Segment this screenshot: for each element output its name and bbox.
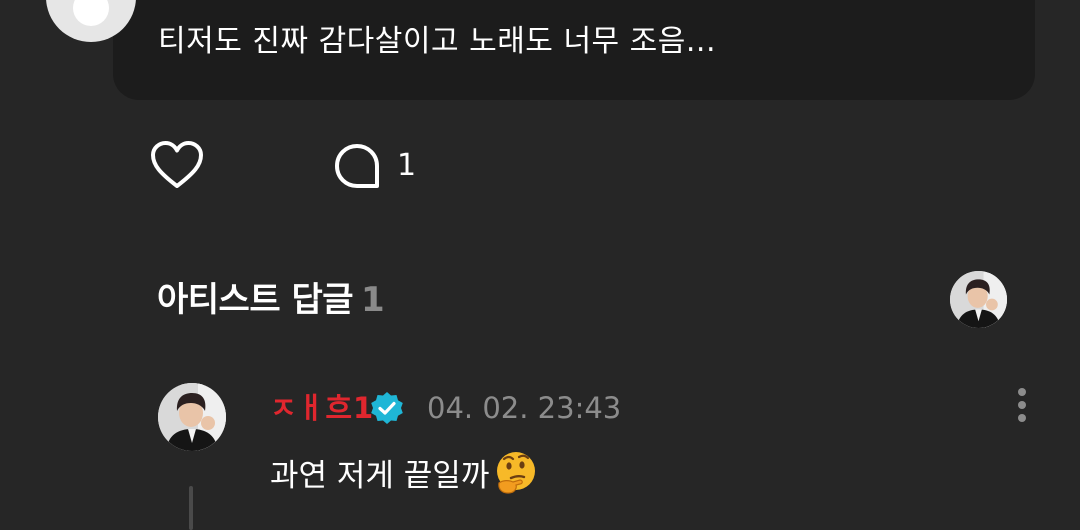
- more-vertical-icon[interactable]: [1008, 386, 1036, 426]
- comment-text: 티저도 진짜 감다살이고 노래도 너무 조음...: [158, 24, 716, 59]
- artist-avatar[interactable]: [950, 271, 1007, 328]
- default-avatar-icon: [73, 0, 109, 26]
- reply-author-name[interactable]: ㅈㅐ흐1: [270, 388, 374, 428]
- heart-outline-icon[interactable]: [150, 140, 204, 190]
- thinking-face-emoji: [497, 452, 536, 494]
- verified-badge-icon: [371, 392, 403, 424]
- artist-replies-title: 아티스트 답글: [157, 280, 354, 320]
- reply-author-avatar[interactable]: [158, 383, 226, 451]
- reply-thread-line: [189, 486, 193, 530]
- speech-bubble-icon[interactable]: [333, 142, 381, 190]
- reply-timestamp: 04. 02. 23:43: [427, 391, 622, 425]
- artist-photo-icon: [158, 383, 226, 451]
- comment-actions: 1: [150, 140, 550, 192]
- artist-replies-count: 1: [361, 280, 385, 320]
- artist-replies-header: 아티스트 답글 1: [157, 277, 385, 323]
- reply-text-content: 과연 저게 끝일까: [270, 458, 490, 494]
- comment-count: 1: [397, 148, 417, 183]
- reply-text: 과연 저게 끝일까: [270, 450, 539, 498]
- artist-photo-icon: [950, 271, 1007, 328]
